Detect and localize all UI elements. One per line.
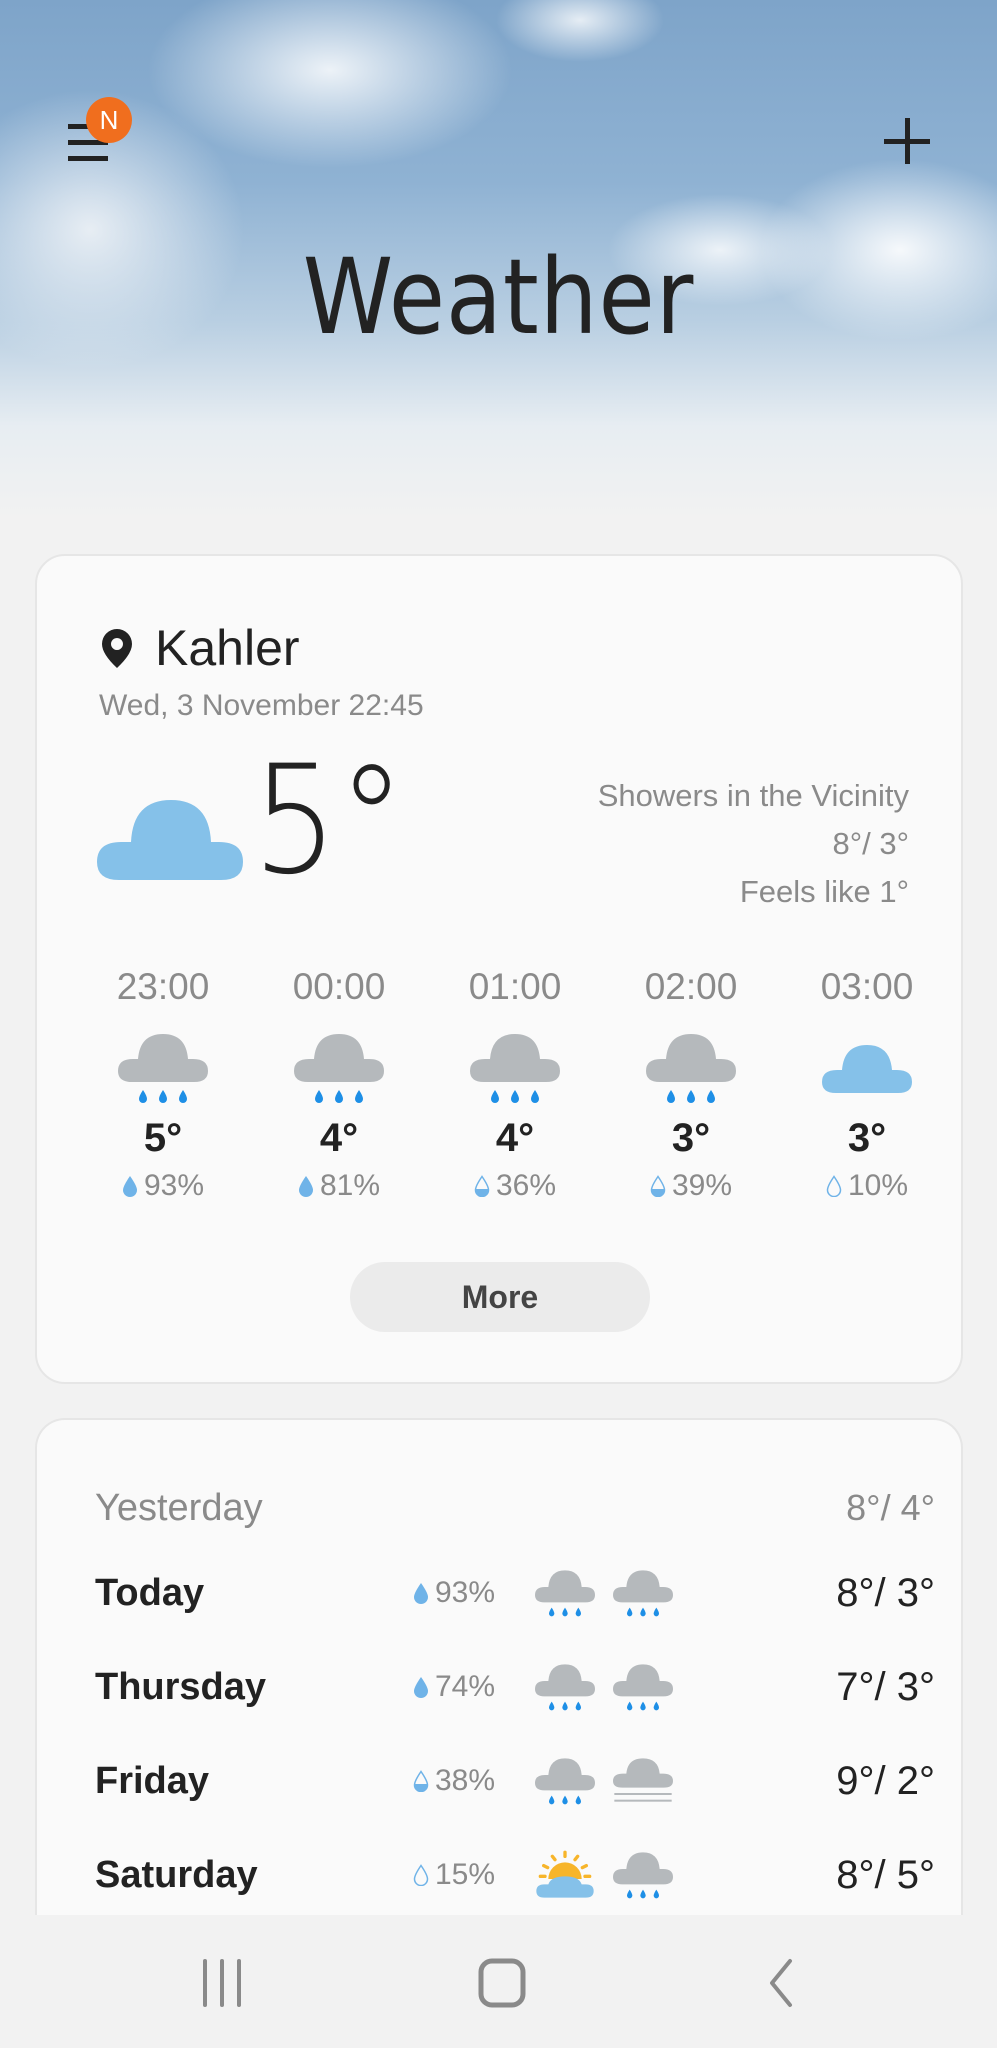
rain-icon — [613, 1661, 673, 1713]
precip-drop-full-icon — [413, 1582, 429, 1604]
plus-icon-stroke — [905, 118, 910, 164]
hourly-item: 01:00 4° 36% — [427, 966, 603, 1226]
current-conditions: Showers in the Vicinity 8°/ 3° Feels lik… — [598, 772, 909, 916]
precip-value: 93% — [434, 1576, 495, 1609]
hour-time: 01:00 — [468, 966, 562, 1007]
day-precip: 38% — [365, 1764, 495, 1798]
back-icon[interactable] — [752, 1953, 812, 2013]
precip-drop-half-icon — [474, 1175, 490, 1197]
day-precip: 15% — [365, 1858, 495, 1892]
hour-temp: 4° — [319, 1116, 359, 1160]
precip-value: 81% — [319, 1169, 381, 1202]
cloudy-icon — [97, 796, 243, 880]
day-temps: 8°/ 3° — [836, 1570, 935, 1615]
hourly-item: 02:00 3° 39% — [603, 966, 779, 1226]
day-name: Friday — [95, 1759, 210, 1802]
partly-sunny-icon — [535, 1849, 595, 1901]
feels-like: Feels like 1° — [739, 874, 909, 909]
cloudy-icon — [822, 1030, 912, 1106]
daily-forecast-list: Yesterday 8°/ 4° Today 93% 8°/ 3° Thursd… — [95, 1470, 935, 1922]
precip-drop-half-icon — [650, 1175, 666, 1197]
hour-precip: 81% — [251, 1169, 427, 1203]
rain-icon — [294, 1030, 384, 1106]
hour-time: 00:00 — [292, 966, 386, 1007]
rain-icon — [470, 1030, 560, 1106]
rain-icon — [535, 1567, 595, 1619]
daily-forecast-card[interactable]: Yesterday 8°/ 4° Today 93% 8°/ 3° Thursd… — [35, 1418, 963, 1978]
daily-row[interactable]: Saturday 15% 8°/ 5° — [95, 1828, 935, 1922]
location-name: Kahler — [155, 620, 300, 676]
precip-value: 93% — [143, 1169, 205, 1202]
day-name: Saturday — [95, 1853, 258, 1896]
system-navigation-bar — [0, 1915, 997, 2048]
high-low-temp: 8°/ 3° — [832, 826, 909, 861]
hour-precip: 39% — [603, 1169, 779, 1203]
current-weather-card[interactable]: Kahler Wed, 3 November 22:45 5° Showers … — [35, 554, 963, 1384]
day-temps: 7°/ 3° — [836, 1664, 935, 1709]
precip-drop-empty-icon — [413, 1864, 429, 1886]
precip-drop-full-icon — [413, 1676, 429, 1698]
rain-icon — [646, 1030, 736, 1106]
hour-temp: 3° — [671, 1116, 711, 1160]
hour-time: 23:00 — [116, 966, 210, 1007]
day-temps: 8°/ 4° — [846, 1487, 935, 1528]
day-name: Yesterday — [95, 1486, 263, 1529]
hour-precip: 10% — [779, 1169, 955, 1203]
precip-value: 74% — [434, 1670, 495, 1703]
precip-value: 15% — [434, 1858, 495, 1891]
precip-drop-full-icon — [122, 1175, 138, 1197]
hourly-item: 23:00 5° 93% — [75, 966, 251, 1226]
precip-value: 10% — [847, 1169, 909, 1202]
current-datetime: Wed, 3 November 22:45 — [99, 689, 424, 722]
rain-icon — [118, 1030, 208, 1106]
rain-icon — [613, 1849, 673, 1901]
hour-temp: 5° — [143, 1116, 183, 1160]
home-icon[interactable] — [472, 1953, 532, 2013]
hamburger-menu-icon-bar — [68, 156, 108, 161]
precip-drop-empty-icon — [826, 1175, 842, 1197]
hour-time: 03:00 — [820, 966, 914, 1007]
hour-time: 02:00 — [644, 966, 738, 1007]
day-icons — [535, 1661, 715, 1713]
day-icons — [535, 1755, 715, 1807]
hour-temp: 3° — [847, 1116, 887, 1160]
location-row: Kahler — [99, 618, 300, 678]
hourly-item: 03:00 3° 10% — [779, 966, 955, 1226]
day-name: Thursday — [95, 1665, 267, 1708]
day-temps: 9°/ 2° — [836, 1758, 935, 1803]
precip-drop-full-icon — [298, 1175, 314, 1197]
app-title: Weather — [302, 236, 695, 358]
day-name: Today — [95, 1571, 205, 1614]
rain-icon — [535, 1755, 595, 1807]
daily-row[interactable]: Today 93% 8°/ 3° — [95, 1546, 935, 1640]
day-icons — [535, 1849, 715, 1901]
precip-value: 36% — [495, 1169, 557, 1202]
day-icons — [535, 1567, 715, 1619]
daily-row-yesterday[interactable]: Yesterday 8°/ 4° — [95, 1470, 935, 1546]
precip-value: 39% — [671, 1169, 733, 1202]
location-pin-icon — [102, 629, 132, 668]
rain-icon — [613, 1567, 673, 1619]
condition-text: Showers in the Vicinity — [597, 778, 909, 813]
day-precip: 93% — [365, 1576, 495, 1610]
precip-value: 38% — [434, 1764, 495, 1797]
notification-badge: N — [86, 97, 132, 143]
daily-row[interactable]: Thursday 74% 7°/ 3° — [95, 1640, 935, 1734]
day-precip: 74% — [365, 1670, 495, 1704]
hour-precip: 36% — [427, 1169, 603, 1203]
hourly-item: 00:00 4° 81% — [251, 966, 427, 1226]
more-button[interactable]: More — [350, 1262, 650, 1332]
hour-precip: 93% — [75, 1169, 251, 1203]
daily-row[interactable]: Friday 38% 9°/ 2° — [95, 1734, 935, 1828]
fog-icon — [613, 1755, 673, 1807]
recent-apps-icon[interactable] — [192, 1953, 252, 2013]
hourly-forecast[interactable]: 23:00 5° 93% 00:00 4° 81% 01:00 4° 36% 0… — [75, 966, 955, 1226]
add-location-button[interactable] — [884, 118, 930, 164]
day-temps: 8°/ 5° — [836, 1852, 935, 1897]
header-banner: N Weather — [0, 0, 997, 520]
rain-icon — [535, 1661, 595, 1713]
precip-drop-half-icon — [413, 1770, 429, 1792]
hour-temp: 4° — [495, 1116, 535, 1160]
current-temperature: 5° — [252, 734, 406, 908]
